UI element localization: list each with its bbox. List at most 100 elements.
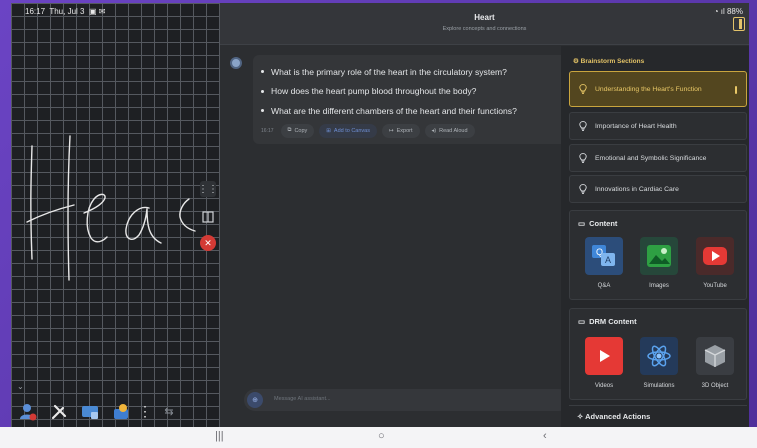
export-label: Export bbox=[396, 127, 413, 134]
lightbulb-icon bbox=[579, 153, 587, 163]
add-to-canvas-label: Add to Canvas bbox=[333, 127, 370, 134]
wifi-icon: ◔ ıl bbox=[713, 7, 725, 16]
handwriting-stroke bbox=[26, 135, 196, 281]
navigation-bar: ||| ○ ‹ bbox=[0, 427, 757, 448]
drm-content-title-text: DRM Content bbox=[589, 317, 637, 326]
question-text: What is the primary role of the heart in… bbox=[271, 66, 507, 77]
content-title: ▭ Content bbox=[578, 219, 617, 228]
tile-label: Simulations bbox=[643, 383, 675, 389]
tile-label: Videos bbox=[594, 383, 614, 389]
videos-tile[interactable]: Videos bbox=[578, 337, 630, 389]
page-title: Heart bbox=[474, 13, 495, 22]
cube-icon bbox=[696, 337, 734, 375]
question-text: What are the different chambers of the h… bbox=[271, 105, 517, 116]
list-item: What are the different chambers of the h… bbox=[261, 101, 573, 121]
panel-title-text: Brainstorm Sections bbox=[580, 58, 645, 65]
canvas-icon: ⊞ bbox=[326, 127, 331, 134]
lightbulb-icon bbox=[579, 184, 587, 194]
section-label: Emotional and Symbolic Significance bbox=[595, 154, 707, 162]
status-bar: 16:17 Thu, Jul 3 ▣ ✉ bbox=[11, 3, 221, 19]
section-item-emotional[interactable]: Emotional and Symbolic Significance bbox=[569, 144, 747, 172]
status-time: 16:17 bbox=[25, 7, 46, 16]
image-icon bbox=[640, 237, 678, 275]
chat-area: What is the primary role of the heart in… bbox=[220, 46, 573, 427]
back-icon[interactable]: ‹ bbox=[543, 430, 547, 442]
list-item: How does the heart pump blood throughout… bbox=[261, 82, 573, 102]
content-card: ▭ Content QA Q&A Images YouTube bbox=[569, 210, 747, 300]
speaker-icon: ◂) bbox=[431, 127, 437, 134]
message-actions: 16:17 ⧉ Copy ⊞ Add to Canvas ↦ Export ◂) Rea… bbox=[261, 123, 573, 138]
chevron-down-icon[interactable]: ⌄ bbox=[17, 382, 24, 391]
section-item-understanding[interactable]: Understanding the Heart's Function bbox=[569, 71, 747, 107]
tile-label: Q&A bbox=[597, 283, 611, 289]
read-aloud-button[interactable]: ◂) Read Aloud bbox=[424, 123, 475, 138]
add-user-button[interactable] bbox=[17, 401, 39, 423]
youtube-tile[interactable]: YouTube bbox=[689, 237, 741, 289]
notification-icon: ▣ ✉ bbox=[88, 7, 106, 16]
export-icon: ↦ bbox=[388, 127, 394, 134]
youtube-icon bbox=[696, 237, 734, 275]
split-view-icon[interactable] bbox=[200, 209, 216, 225]
play-icon bbox=[585, 337, 623, 375]
copy-icon: ⧉ bbox=[287, 127, 292, 133]
svg-text:A: A bbox=[605, 255, 611, 265]
panel-title: ⚙ Brainstorm Sections bbox=[573, 58, 645, 65]
advanced-actions-button[interactable]: ✧ Advanced Actions bbox=[569, 405, 747, 427]
simulations-tile[interactable]: Simulations bbox=[633, 337, 685, 389]
qa-tile[interactable]: QA Q&A bbox=[578, 237, 630, 289]
canvas-toolbar: ⋮ ⇆ bbox=[11, 396, 181, 427]
swap-arrows-icon[interactable]: ⇆ bbox=[158, 401, 180, 423]
drawing-canvas[interactable]: 16:17 Thu, Jul 3 ▣ ✉ ⋮⋮ ✕ ⌄ ⋮ ⇆ bbox=[11, 3, 220, 427]
panel-toggle-icon[interactable] bbox=[733, 17, 745, 31]
section-label: Innovations in Cardiac Care bbox=[595, 185, 679, 193]
screen-share-button[interactable] bbox=[79, 401, 101, 423]
tools-button[interactable] bbox=[48, 401, 70, 423]
ai-message: What is the primary role of the heart in… bbox=[253, 55, 573, 144]
3d-object-tile[interactable]: 3D Object bbox=[689, 337, 741, 389]
tile-label: YouTube bbox=[703, 283, 727, 289]
attach-icon[interactable]: ⊕ bbox=[247, 392, 263, 408]
recents-icon[interactable]: ||| bbox=[215, 430, 224, 442]
tablet-screen: 16:17 Thu, Jul 3 ▣ ✉ ⋮⋮ ✕ ⌄ ⋮ ⇆ Heart Ex… bbox=[11, 3, 749, 427]
copy-label: Copy bbox=[294, 127, 308, 134]
tile-label: Images bbox=[649, 283, 669, 289]
export-button[interactable]: ↦ Export bbox=[381, 123, 420, 138]
images-tile[interactable]: Images bbox=[633, 237, 685, 289]
status-indicators: ◔ ıl 88% bbox=[714, 7, 743, 16]
list-item: What is the primary role of the heart in… bbox=[261, 62, 573, 82]
section-item-innovations[interactable]: Innovations in Cardiac Care bbox=[569, 175, 747, 203]
advanced-actions-label: Advanced Actions bbox=[585, 412, 651, 421]
folder-icon: ▭ bbox=[578, 317, 586, 326]
close-canvas-icon[interactable]: ✕ bbox=[200, 235, 216, 251]
brainstorm-panel: ⚙ Brainstorm Sections Understanding the … bbox=[561, 46, 749, 427]
message-input[interactable]: Message AI assistant... bbox=[274, 396, 331, 402]
more-options-icon[interactable]: ⋮ bbox=[138, 401, 152, 423]
status-date: Thu, Jul 3 bbox=[49, 7, 85, 16]
lightbulb-icon bbox=[579, 121, 587, 131]
read-aloud-label: Read Aloud bbox=[439, 127, 468, 134]
drm-content-card: ▭ DRM Content Videos Simulations 3D Objec… bbox=[569, 308, 747, 400]
page-header: Heart Explore concepts and connections ◔… bbox=[220, 3, 749, 45]
section-label: Understanding the Heart's Function bbox=[595, 85, 702, 93]
media-box-button[interactable] bbox=[110, 401, 132, 423]
message-composer: ⊕ Message AI assistant... bbox=[244, 389, 570, 411]
page-subtitle: Explore concepts and connections bbox=[442, 26, 527, 32]
section-label: Importance of Heart Health bbox=[595, 122, 677, 130]
battery-level: 88% bbox=[726, 7, 743, 16]
question-text: How does the heart pump blood throughout… bbox=[271, 86, 477, 97]
copy-button[interactable]: ⧉ Copy bbox=[280, 123, 315, 138]
lightbulb-icon bbox=[579, 84, 587, 94]
folder-icon: ▭ bbox=[578, 219, 586, 228]
atom-icon bbox=[640, 337, 678, 375]
home-icon[interactable]: ○ bbox=[378, 430, 385, 442]
section-item-importance[interactable]: Importance of Heart Health bbox=[569, 112, 747, 140]
drag-handle-icon[interactable]: ⋮⋮ bbox=[198, 181, 218, 197]
sparkle-icon: ✧ bbox=[577, 412, 584, 421]
add-to-canvas-button[interactable]: ⊞ Add to Canvas bbox=[319, 123, 377, 138]
drag-indicator bbox=[735, 86, 737, 94]
message-time: 16:17 bbox=[261, 127, 274, 134]
qa-icon: QA bbox=[585, 237, 623, 275]
tile-label: 3D Object bbox=[701, 383, 729, 389]
ai-avatar bbox=[230, 57, 242, 69]
content-title-text: Content bbox=[589, 219, 618, 228]
